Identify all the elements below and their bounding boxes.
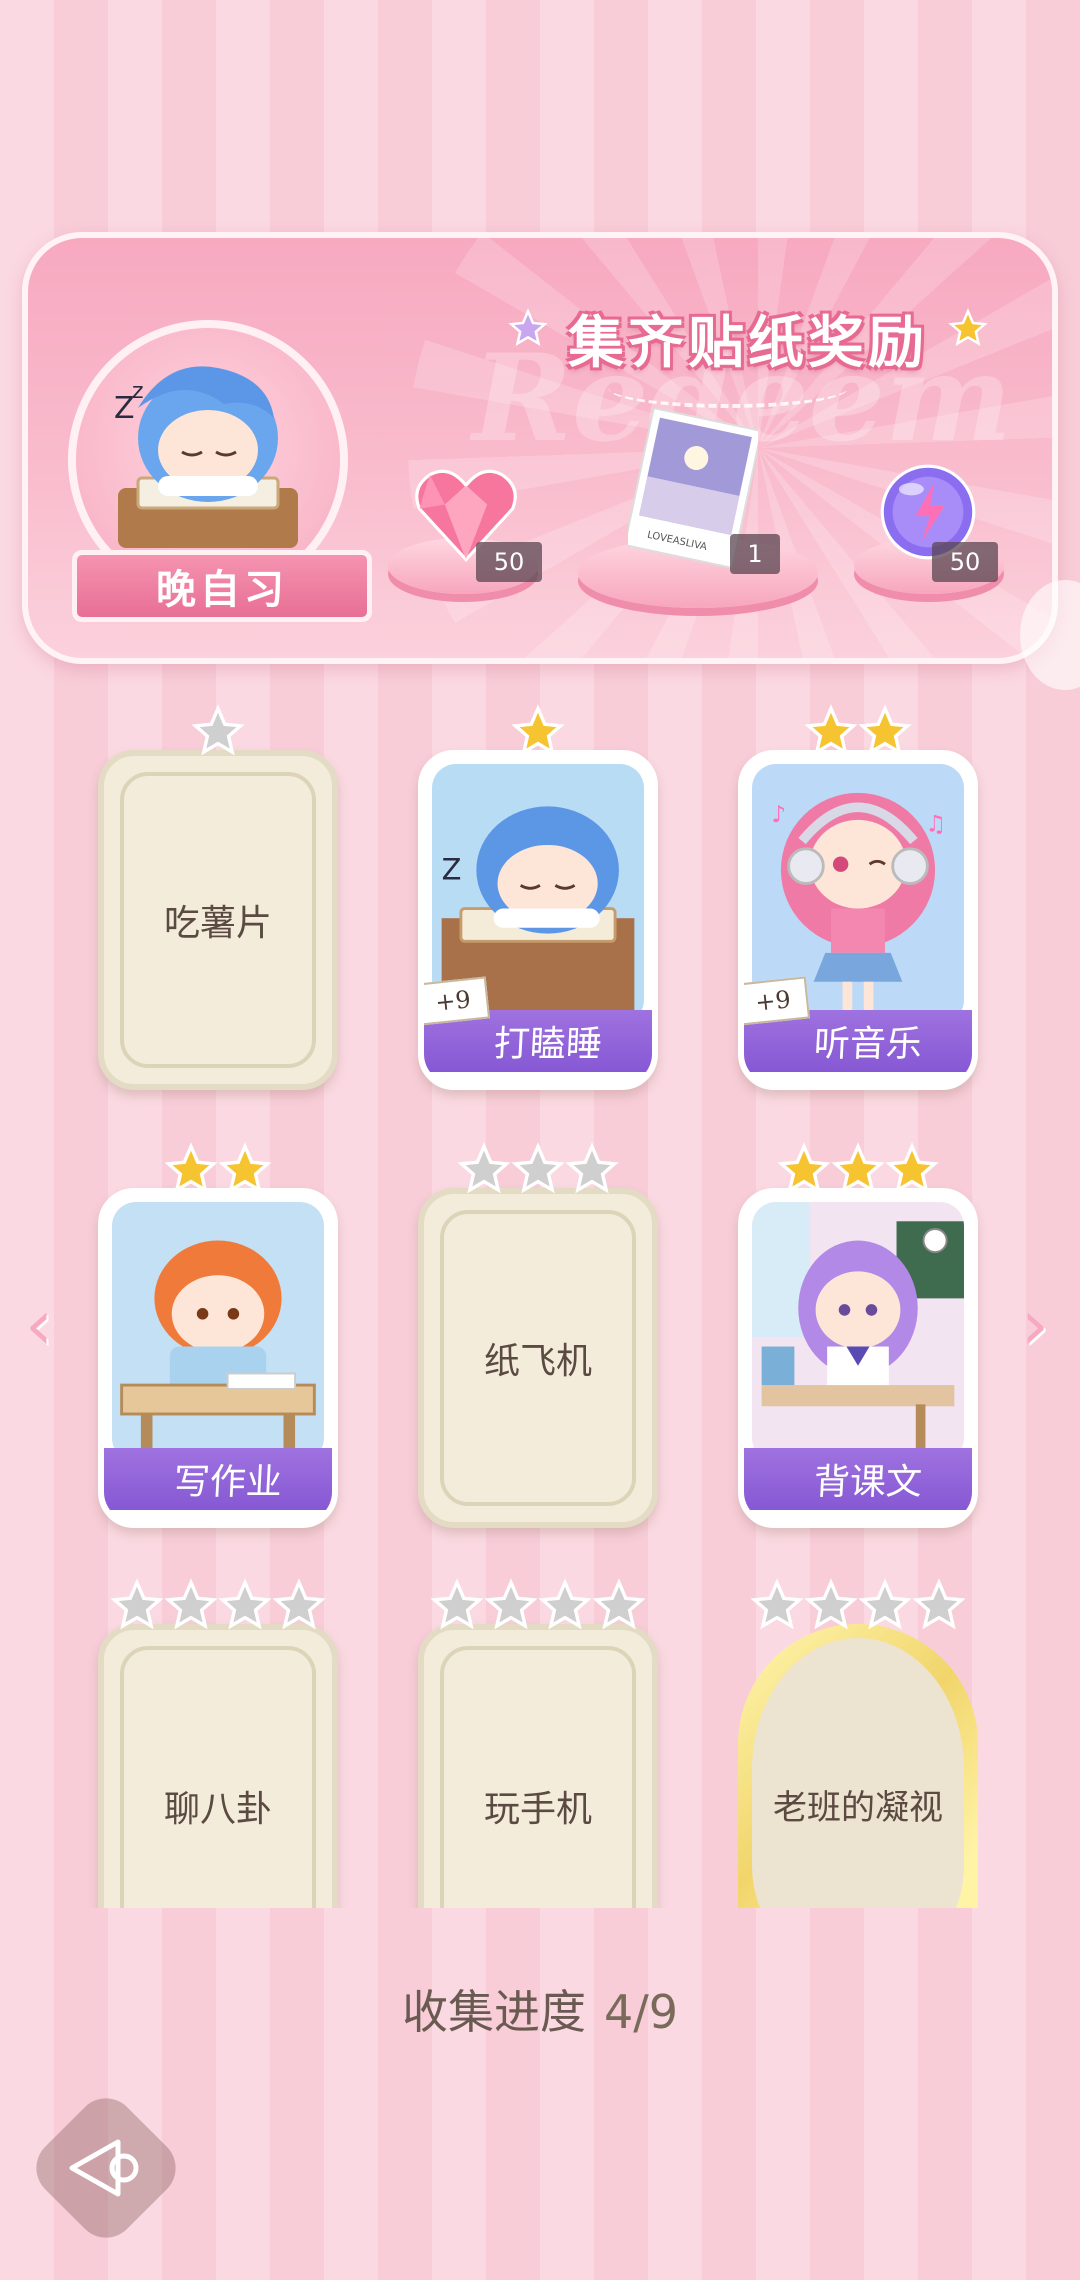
- card-name: 玩手机: [483, 1789, 592, 1830]
- special-locked-card: 老班的凝视: [738, 1624, 978, 1908]
- card-name: 老班的凝视: [773, 1788, 943, 1829]
- gold-star-icon: [804, 704, 858, 756]
- card-name: 纸飞机: [483, 1341, 592, 1382]
- bonus-tag: +9: [424, 976, 491, 1026]
- locked-card: 吃薯片: [98, 750, 338, 1090]
- grey-star-icon: [457, 1142, 511, 1194]
- grey-star-icon: [538, 1578, 592, 1630]
- grey-star-icon: [430, 1578, 484, 1630]
- grey-star-icon: [750, 1578, 804, 1630]
- grey-star-icon: [565, 1142, 619, 1194]
- grey-star-icon: [804, 1578, 858, 1630]
- dashed-divider: [608, 368, 848, 408]
- star-rating: [728, 1578, 988, 1632]
- grey-star-icon: [858, 1578, 912, 1630]
- progress-label: 收集进度: [401, 1985, 586, 2039]
- grey-star-icon: [484, 1578, 538, 1630]
- star-rating: [88, 1142, 348, 1196]
- sticker-card[interactable]: 纸飞机: [408, 1142, 668, 1538]
- sticker-card[interactable]: 吃薯片: [88, 704, 348, 1100]
- grey-star-icon: [218, 1578, 272, 1630]
- star-rating: [408, 1578, 668, 1632]
- gold-star-icon: [885, 1142, 939, 1194]
- back-arrow-icon[interactable]: [62, 2128, 152, 2208]
- card-name: 背课文: [744, 1448, 972, 1510]
- gold-star-icon: [948, 308, 988, 347]
- sticker-card[interactable]: 背课文: [728, 1142, 988, 1538]
- sticker-card[interactable]: Z +9 打瞌睡: [408, 704, 668, 1100]
- locked-card: 纸飞机: [418, 1188, 658, 1528]
- grey-star-icon: [272, 1578, 326, 1630]
- svg-text:♫: ♫: [925, 811, 946, 837]
- sticker-card[interactable]: 写作业: [88, 1142, 348, 1538]
- grey-star-icon: [511, 1142, 565, 1194]
- locked-card: 玩手机: [418, 1624, 658, 1908]
- bonus-tag: +9: [744, 976, 811, 1026]
- star-rating: [88, 704, 348, 758]
- star-rating: [728, 704, 988, 758]
- purple-star-icon: [508, 308, 548, 347]
- homework-boy-art: [112, 1202, 324, 1463]
- gold-star-icon: [164, 1142, 218, 1194]
- recite-girl-art: [752, 1202, 964, 1463]
- gold-star-icon: [831, 1142, 885, 1194]
- avatar-label: 晚自习: [72, 550, 372, 622]
- star-rating: [408, 704, 668, 758]
- locked-card: 聊八卦: [98, 1624, 338, 1908]
- gold-star-icon: [511, 704, 565, 756]
- reward-count: 50: [932, 542, 998, 582]
- star-rating: [408, 1142, 668, 1196]
- unlocked-card: 写作业: [98, 1188, 338, 1528]
- svg-text:z: z: [132, 379, 144, 404]
- sleeping-boy-avatar: Z z: [114, 366, 298, 548]
- card-name: 写作业: [104, 1448, 332, 1510]
- card-name: 聊八卦: [163, 1789, 272, 1830]
- gold-star-icon: [218, 1142, 272, 1194]
- sticker-card[interactable]: 聊八卦: [88, 1578, 348, 1908]
- banner-title: 集齐贴纸奖励: [568, 311, 928, 376]
- grey-star-icon: [164, 1578, 218, 1630]
- unlocked-card: Z +9 打瞌睡: [418, 750, 658, 1090]
- reward-banner: Redeem 集齐贴纸奖励 Z z 晚自习 50 LOVEASLIVA 1 50: [22, 232, 1058, 664]
- star-rating: [728, 1142, 988, 1196]
- unlocked-card: ♪ ♫ +9 听音乐: [738, 750, 978, 1090]
- sticker-card[interactable]: 玩手机: [408, 1578, 668, 1908]
- next-page-arrow-icon[interactable]: ›: [1010, 1284, 1060, 1366]
- star-rating: [88, 1578, 348, 1632]
- sticker-card[interactable]: 老班的凝视: [728, 1578, 988, 1908]
- grey-star-icon: [592, 1578, 646, 1630]
- reward-count: 50: [476, 542, 542, 582]
- grey-star-icon: [191, 704, 245, 756]
- prev-page-arrow-icon[interactable]: ‹: [14, 1284, 64, 1366]
- reward-count: 1: [730, 534, 780, 574]
- svg-text:Z: Z: [442, 853, 462, 887]
- gold-star-icon: [777, 1142, 831, 1194]
- sticker-collection-area: Redeem 集齐贴纸奖励 Z z 晚自习 50 LOVEASLIVA 1 50…: [0, 0, 1080, 1908]
- progress-value: 4/9: [603, 1985, 679, 2039]
- card-oval-frame: [752, 1638, 964, 1908]
- card-name: 吃薯片: [163, 903, 272, 944]
- svg-text:♪: ♪: [771, 802, 786, 828]
- unlocked-card: 背课文: [738, 1188, 978, 1528]
- sticker-card[interactable]: ♪ ♫ +9 听音乐: [728, 704, 988, 1100]
- gold-star-icon: [858, 704, 912, 756]
- collection-progress: 收集进度 4/9: [0, 1976, 1080, 2042]
- grey-star-icon: [110, 1578, 164, 1630]
- grey-star-icon: [912, 1578, 966, 1630]
